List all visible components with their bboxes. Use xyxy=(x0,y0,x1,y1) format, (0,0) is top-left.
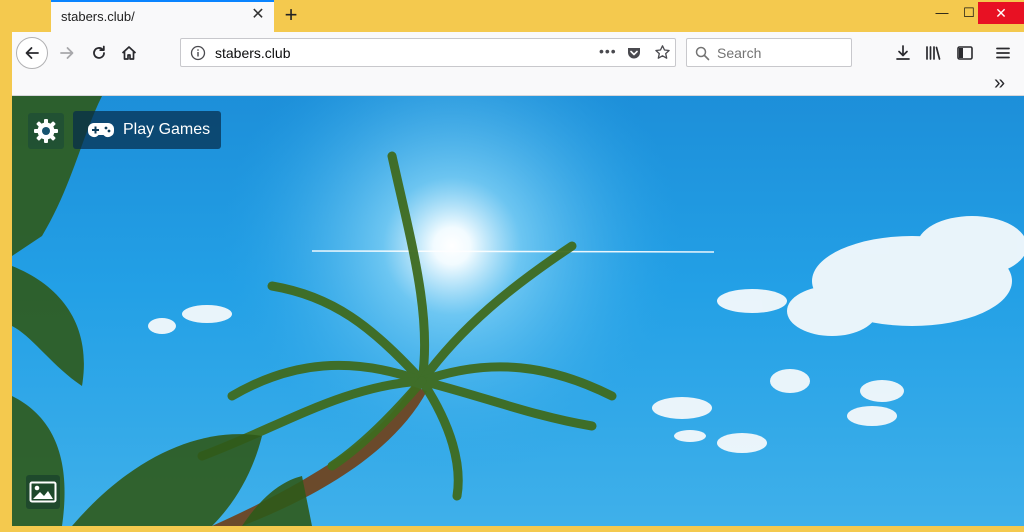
menu-button[interactable] xyxy=(988,38,1018,68)
arrow-left-icon xyxy=(25,47,39,59)
url-text[interactable]: stabers.club xyxy=(215,45,290,61)
page-actions-icon[interactable]: ••• xyxy=(599,43,617,59)
search-bar[interactable] xyxy=(686,38,852,67)
navigation-toolbar: stabers.club ••• xyxy=(12,32,1024,74)
info-icon[interactable] xyxy=(190,45,206,61)
change-background-button[interactable] xyxy=(26,475,60,509)
home-icon xyxy=(121,46,137,60)
page-content: Play Games xyxy=(12,96,1024,526)
play-games-button[interactable]: Play Games xyxy=(73,111,221,149)
bookmark-star-icon[interactable] xyxy=(654,44,671,61)
library-button[interactable] xyxy=(918,38,948,68)
gamepad-icon xyxy=(87,123,115,138)
overflow-chevron-icon[interactable]: » xyxy=(994,72,1005,95)
home-button[interactable] xyxy=(114,38,144,68)
play-games-label: Play Games xyxy=(123,121,211,138)
arrow-right-icon xyxy=(60,47,74,59)
background-photo xyxy=(12,96,1024,526)
settings-button[interactable] xyxy=(28,113,64,149)
toolbar-overflow-row: » xyxy=(12,72,1024,96)
pocket-icon[interactable] xyxy=(626,45,642,61)
tab-close-icon[interactable]: ✕ xyxy=(250,7,266,23)
gear-icon xyxy=(34,119,58,143)
download-icon xyxy=(896,45,910,60)
hamburger-menu-icon xyxy=(996,47,1010,59)
url-bar[interactable]: stabers.club ••• xyxy=(180,38,676,67)
close-window-button[interactable]: ✕ xyxy=(978,2,1024,24)
downloads-button[interactable] xyxy=(888,38,918,68)
new-tab-button[interactable]: + xyxy=(278,3,304,29)
forward-button[interactable] xyxy=(52,38,82,68)
back-button[interactable] xyxy=(16,37,48,69)
sidebar-button[interactable] xyxy=(950,38,980,68)
search-input[interactable] xyxy=(717,43,845,62)
tab-title: stabers.club/ xyxy=(61,9,135,24)
search-icon xyxy=(695,46,710,61)
reload-button[interactable] xyxy=(84,38,114,68)
reload-icon xyxy=(93,45,105,59)
minimize-button[interactable]: — xyxy=(927,2,957,24)
tab-stabers[interactable]: stabers.club/ ✕ xyxy=(51,0,274,32)
sidebar-icon xyxy=(957,46,973,60)
image-icon xyxy=(29,481,57,503)
library-icon xyxy=(926,46,941,60)
tab-strip: stabers.club/ ✕ + — ☐ ✕ xyxy=(6,0,1024,32)
browser-window: stabers.club/ ✕ + — ☐ ✕ stabers.club ••• xyxy=(0,0,1024,532)
